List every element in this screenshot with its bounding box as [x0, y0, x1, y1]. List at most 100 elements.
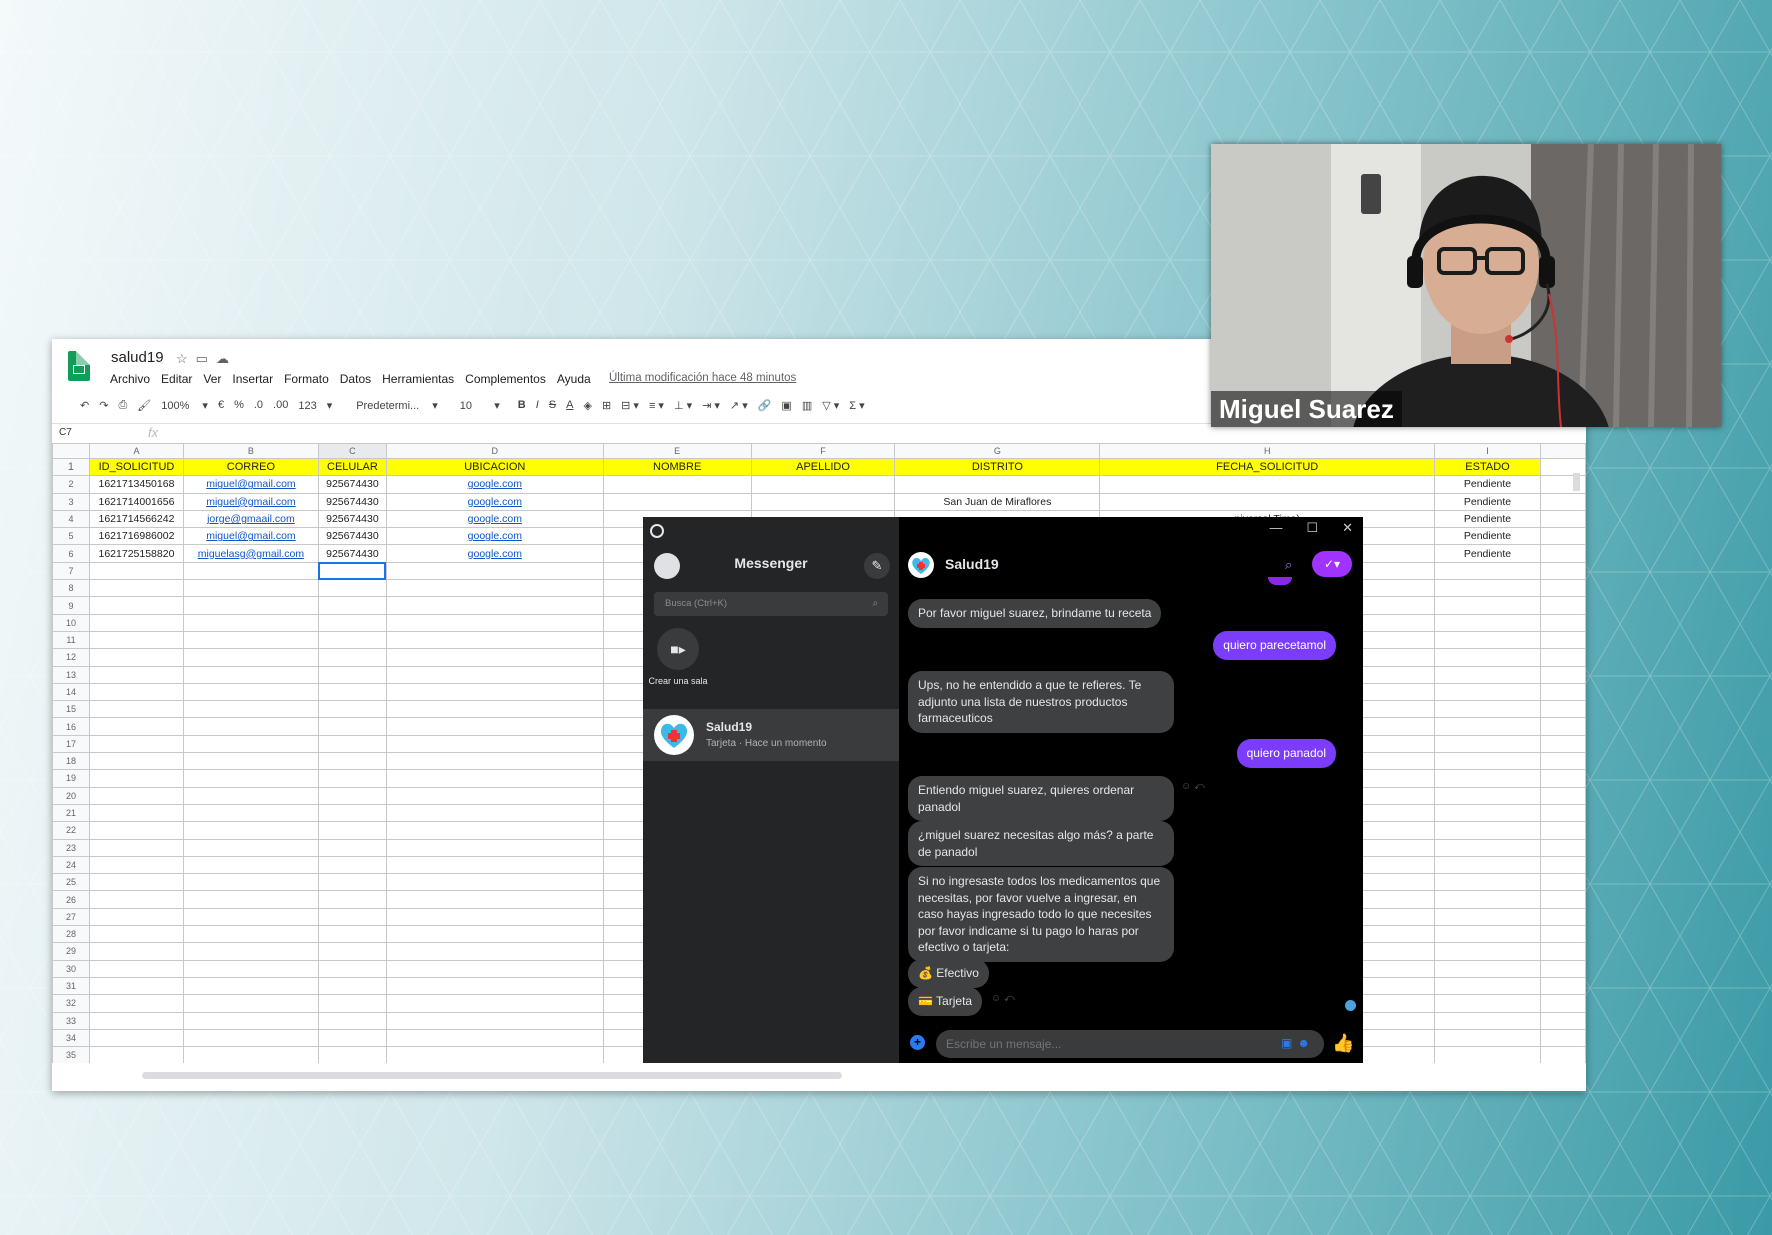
column-header[interactable]: F	[750, 443, 896, 459]
cell[interactable]	[182, 838, 319, 857]
cell[interactable]	[182, 613, 319, 632]
cell[interactable]	[88, 648, 184, 667]
cell[interactable]	[317, 769, 387, 788]
align-vertical-icon[interactable]: ⊥ ▾	[674, 399, 692, 412]
cell[interactable]	[182, 717, 319, 736]
column-header[interactable]: B	[182, 443, 319, 459]
undo-icon[interactable]: ↶	[80, 399, 89, 412]
borders-icon[interactable]: ⊞	[602, 399, 611, 412]
star-icon[interactable]: ☆	[176, 351, 196, 366]
row-number[interactable]: 17	[52, 734, 90, 754]
cell[interactable]	[317, 976, 387, 996]
percent-button[interactable]: %	[234, 399, 244, 411]
column-header[interactable]: D	[385, 443, 604, 459]
cell[interactable]	[602, 492, 752, 511]
cell[interactable]: Pendiente	[1434, 527, 1541, 546]
cell[interactable]	[182, 959, 319, 978]
cell[interactable]	[88, 630, 184, 650]
cell[interactable]: google.com	[385, 475, 604, 494]
text-color-icon[interactable]: A	[566, 399, 573, 411]
row-number[interactable]: 32	[52, 994, 90, 1013]
header-cell[interactable]: APELLIDO	[750, 457, 896, 477]
cell[interactable]: San Juan de Miraflores	[894, 492, 1101, 511]
cell[interactable]	[182, 907, 319, 927]
cell[interactable]	[894, 475, 1101, 494]
corner-cell[interactable]	[52, 443, 90, 459]
cell[interactable]: miguel@gmail.com	[182, 475, 319, 494]
currency-button[interactable]: €	[218, 399, 224, 411]
cell[interactable]	[1434, 873, 1541, 892]
menu-complementos[interactable]: Complementos	[465, 372, 546, 386]
message-actions-icons[interactable]: ☺ ⤺	[991, 993, 1015, 1004]
row-number[interactable]: 29	[52, 942, 90, 961]
menu-ayuda[interactable]: Ayuda	[557, 372, 591, 386]
row-number[interactable]: 19	[52, 769, 90, 788]
cell[interactable]	[317, 579, 387, 598]
font-select[interactable]: Predetermi... ▾	[356, 399, 438, 412]
row-number[interactable]: 6	[52, 544, 90, 563]
row-number[interactable]: 14	[52, 682, 90, 702]
merge-cells-icon[interactable]: ⊟ ▾	[621, 399, 639, 412]
cell[interactable]	[317, 1011, 387, 1030]
header-cell[interactable]: UBICACION	[385, 457, 604, 477]
row-number[interactable]: 15	[52, 700, 90, 719]
cell[interactable]	[182, 873, 319, 892]
cell[interactable]: Pendiente	[1434, 509, 1541, 529]
cell[interactable]: miguel@gmail.com	[182, 492, 319, 511]
column-header[interactable]: E	[602, 443, 752, 459]
move-folder-icon[interactable]: ▭	[196, 351, 216, 366]
strikethrough-icon[interactable]: S	[549, 399, 556, 411]
chat-title[interactable]: Salud19	[945, 556, 999, 572]
cell[interactable]	[182, 890, 319, 909]
redo-icon[interactable]: ↷	[99, 399, 108, 412]
cell[interactable]	[385, 752, 604, 771]
cell[interactable]	[182, 1011, 319, 1030]
cell[interactable]: 1621716986002	[88, 527, 184, 546]
insert-link-icon[interactable]: 🔗	[758, 399, 772, 412]
cell[interactable]	[1434, 821, 1541, 840]
cell[interactable]	[182, 1028, 319, 1048]
bold-icon[interactable]: B	[518, 399, 526, 411]
maximize-icon[interactable]: ☐	[1306, 520, 1318, 536]
increase-decimal-button[interactable]: .00	[273, 399, 288, 411]
cell[interactable]	[182, 976, 319, 996]
cell[interactable]	[317, 630, 387, 650]
cell[interactable]	[317, 821, 387, 840]
cell[interactable]	[182, 1046, 319, 1063]
menu-insertar[interactable]: Insertar	[232, 372, 273, 386]
paint-format-icon[interactable]: 🖌	[137, 399, 151, 412]
cell[interactable]: google.com	[385, 544, 604, 563]
user-avatar[interactable]	[654, 553, 680, 579]
cell[interactable]	[385, 976, 604, 996]
cell[interactable]	[317, 838, 387, 857]
chat-avatar[interactable]	[908, 552, 934, 578]
row-number[interactable]: 4	[52, 509, 90, 529]
cell[interactable]	[88, 1046, 184, 1063]
cell[interactable]: Pendiente	[1434, 492, 1541, 511]
header-cell[interactable]: FECHA_SOLICITUD	[1099, 457, 1436, 477]
cell[interactable]	[317, 648, 387, 667]
cell[interactable]	[385, 630, 604, 650]
cell[interactable]	[88, 561, 184, 581]
cell[interactable]	[1434, 752, 1541, 771]
cell[interactable]	[385, 665, 604, 684]
cell[interactable]	[385, 596, 604, 615]
header-cell[interactable]: CORREO	[182, 457, 319, 477]
create-room-button[interactable]: ■▸	[657, 628, 699, 670]
row-number[interactable]: 2	[52, 475, 90, 494]
row-number[interactable]: 9	[52, 596, 90, 615]
cell[interactable]	[385, 838, 604, 857]
column-header[interactable]: I	[1434, 443, 1541, 459]
cell[interactable]	[1434, 942, 1541, 961]
cell[interactable]	[182, 579, 319, 598]
cell[interactable]	[182, 596, 319, 615]
cell[interactable]	[88, 873, 184, 892]
cell[interactable]	[1434, 717, 1541, 736]
emoji-icon[interactable]: ☻	[1297, 1036, 1315, 1050]
cell[interactable]	[88, 942, 184, 961]
cell[interactable]	[88, 907, 184, 927]
cell[interactable]	[88, 994, 184, 1013]
cell[interactable]	[385, 648, 604, 667]
row-number[interactable]: 11	[52, 630, 90, 650]
message-actions-icons[interactable]: ☺ ⤺	[1181, 781, 1205, 792]
